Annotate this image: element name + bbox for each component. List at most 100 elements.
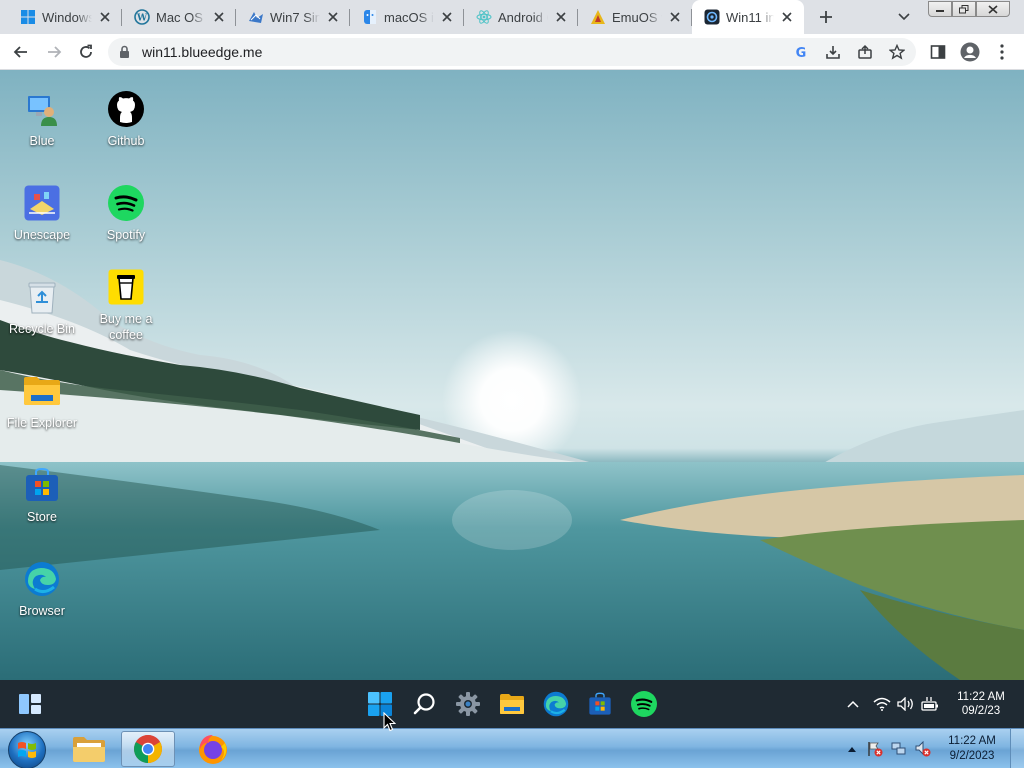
desktop-icon-unescape[interactable]: Unescape bbox=[0, 184, 84, 243]
tab-mac-os-x[interactable]: W Mac OS X bbox=[122, 0, 236, 34]
github-icon bbox=[107, 90, 145, 128]
gear-icon bbox=[456, 692, 480, 716]
chevron-up-icon bbox=[847, 700, 859, 708]
tab-win7-simu[interactable]: Win7 Simu bbox=[236, 0, 350, 34]
tab-win11-in[interactable]: Win11 in bbox=[692, 0, 804, 34]
settings-button[interactable] bbox=[454, 690, 482, 718]
arrow-left-icon bbox=[13, 46, 27, 58]
widgets-button[interactable] bbox=[16, 690, 44, 718]
svg-text:G: G bbox=[796, 46, 807, 59]
win7-firefox-button[interactable] bbox=[186, 731, 240, 767]
network-icon bbox=[891, 742, 906, 755]
close-tab-icon[interactable] bbox=[210, 8, 228, 26]
close-tab-icon[interactable] bbox=[666, 8, 684, 26]
close-window-button[interactable] bbox=[976, 1, 1010, 17]
win11-logo-icon bbox=[704, 9, 720, 25]
close-tab-icon[interactable] bbox=[324, 8, 342, 26]
close-tab-icon[interactable] bbox=[96, 8, 114, 26]
wordpress-icon: W bbox=[134, 9, 150, 25]
desktop-icon-label: Blue bbox=[29, 134, 55, 148]
edge-taskbar-button[interactable] bbox=[542, 690, 570, 718]
win11-taskbar: 11:22 AM 09/2/23 bbox=[0, 680, 1024, 728]
tab-android-os[interactable]: Android OS bbox=[464, 0, 578, 34]
tab-emuos[interactable]: EmuOS w bbox=[578, 0, 692, 34]
win7-date: 9/2/2023 bbox=[949, 750, 995, 762]
desktop-icon-label: Github bbox=[107, 134, 145, 148]
back-button[interactable] bbox=[9, 40, 33, 64]
win7-volume-status[interactable] bbox=[914, 741, 932, 757]
bookmark-star-icon[interactable] bbox=[887, 42, 907, 62]
show-hidden-icons-button[interactable] bbox=[843, 695, 863, 713]
desktop-icon-label: Store bbox=[27, 510, 57, 524]
tab-windows-11[interactable]: Windows 11 bbox=[8, 0, 122, 34]
triangle-up-icon bbox=[848, 746, 856, 752]
win7-show-hidden-icons[interactable] bbox=[843, 741, 861, 757]
win11-desktop[interactable]: Blue Github Unescape Spotify Recycle Bin… bbox=[0, 70, 1024, 680]
windows-icon bbox=[20, 9, 36, 25]
forward-button[interactable] bbox=[42, 40, 66, 64]
minimize-button[interactable] bbox=[928, 1, 952, 17]
side-panel-button[interactable] bbox=[926, 40, 950, 64]
chevron-down-icon bbox=[898, 13, 910, 21]
mouse-cursor-icon bbox=[383, 712, 396, 732]
tab-search-button[interactable] bbox=[894, 8, 914, 26]
browser-menu-button[interactable] bbox=[990, 40, 1014, 64]
battery-status[interactable] bbox=[920, 695, 940, 713]
win7-action-center[interactable] bbox=[866, 741, 884, 757]
lock-icon[interactable] bbox=[119, 45, 130, 64]
share-icon[interactable] bbox=[855, 42, 875, 62]
win7-network-status[interactable] bbox=[890, 741, 908, 757]
win7-explorer-button[interactable] bbox=[62, 731, 116, 767]
desktop-icon-store[interactable]: Store bbox=[0, 466, 84, 525]
tab-title: Android OS bbox=[498, 9, 548, 25]
google-lens-icon[interactable]: G bbox=[791, 42, 811, 62]
win11-clock[interactable]: 11:22 AM 09/2/23 bbox=[950, 690, 1012, 718]
show-desktop-button[interactable] bbox=[1010, 729, 1024, 768]
macos-finder-icon bbox=[362, 9, 378, 25]
desktop-icon-spotify[interactable]: Spotify bbox=[84, 184, 168, 243]
desktop-icon-label: Browser bbox=[19, 604, 65, 618]
win11-time: 11:22 AM bbox=[957, 691, 1005, 703]
win7-start-orb[interactable] bbox=[8, 731, 46, 768]
win7-clock[interactable]: 11:22 AM 9/2/2023 bbox=[940, 734, 1004, 764]
profile-button[interactable] bbox=[958, 40, 982, 64]
win7-chrome-button[interactable] bbox=[121, 731, 175, 767]
tab-title: Win11 in bbox=[726, 9, 774, 25]
restore-button[interactable] bbox=[952, 1, 976, 17]
store-taskbar-button[interactable] bbox=[586, 690, 614, 718]
desktop-icon-file-explorer[interactable]: File Explorer bbox=[0, 372, 84, 431]
close-tab-icon[interactable] bbox=[778, 8, 796, 26]
file-explorer-taskbar-button[interactable] bbox=[498, 690, 526, 718]
tab-macos-in[interactable]: macOS in bbox=[350, 0, 464, 34]
wifi-status[interactable] bbox=[872, 695, 892, 713]
desktop-icon-blue[interactable]: Blue bbox=[0, 90, 84, 149]
restore-icon bbox=[959, 4, 969, 13]
coffee-cup-icon bbox=[107, 268, 145, 306]
tab-title: Win7 Simu bbox=[270, 9, 320, 25]
desktop-icon-recycle-bin[interactable]: Recycle Bin bbox=[0, 278, 84, 337]
desktop-icon-browser[interactable]: Browser bbox=[0, 560, 84, 619]
desktop-icon-github[interactable]: Github bbox=[84, 90, 168, 149]
search-button[interactable] bbox=[411, 690, 439, 718]
spotify-taskbar-button[interactable] bbox=[630, 690, 658, 718]
minimize-icon bbox=[936, 10, 944, 12]
close-tab-icon[interactable] bbox=[552, 8, 570, 26]
desktop-icon-label: File Explorer bbox=[6, 416, 78, 430]
volume-status[interactable] bbox=[896, 695, 916, 713]
side-panel-icon bbox=[930, 45, 946, 59]
widgets-icon bbox=[19, 694, 41, 714]
new-tab-button[interactable] bbox=[815, 6, 837, 28]
speaker-muted-icon bbox=[915, 741, 931, 757]
desktop-icon-buy-me-a-coffee[interactable]: Buy me a coffee bbox=[84, 268, 168, 343]
reload-button[interactable] bbox=[74, 40, 98, 64]
wifi-icon bbox=[873, 697, 891, 711]
browser-tab-strip: Windows 11 W Mac OS X Win7 Simu macOS in… bbox=[0, 0, 1024, 34]
close-tab-icon[interactable] bbox=[438, 8, 456, 26]
react-icon bbox=[476, 9, 492, 25]
win11-date: 09/2/23 bbox=[961, 705, 1001, 717]
folder-icon bbox=[73, 737, 105, 762]
address-bar[interactable]: win11.blueedge.me G bbox=[108, 38, 916, 66]
recycle-bin-icon bbox=[23, 278, 61, 316]
install-app-icon[interactable] bbox=[823, 42, 843, 62]
arrow-right-icon bbox=[48, 46, 62, 58]
